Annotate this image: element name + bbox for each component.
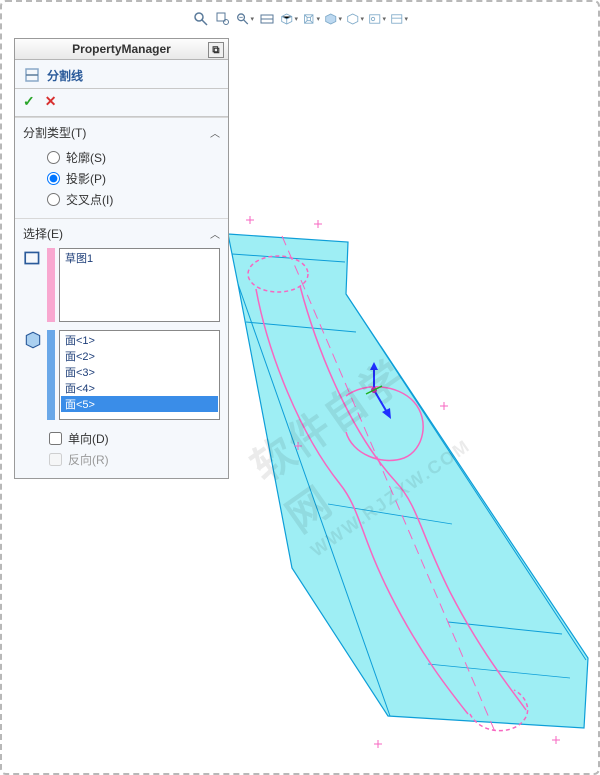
prev-view-icon[interactable]: ▾: [236, 10, 254, 28]
sketch-color-bar: [47, 248, 55, 322]
list-item[interactable]: 草图1: [61, 250, 218, 266]
list-item[interactable]: 面<3>: [61, 364, 218, 380]
ok-button[interactable]: ✓: [23, 93, 35, 110]
view-orientation-icon[interactable]: ▾: [280, 10, 298, 28]
section-view-icon[interactable]: [258, 10, 276, 28]
checkbox-single-direction[interactable]: 单向(D): [23, 428, 220, 449]
list-item[interactable]: 面<4>: [61, 380, 218, 396]
apply-scene-icon[interactable]: ▾: [368, 10, 386, 28]
property-manager-panel: PropertyManager ⧉ 分割线 ✓ ✕ 分割类型(T) ︿ 轮廓(S…: [14, 38, 229, 479]
panel-title-bar: PropertyManager ⧉: [15, 39, 228, 60]
radio-projection[interactable]: 投影(P): [23, 168, 220, 189]
edit-appearance-icon[interactable]: ▾: [346, 10, 364, 28]
display-style-icon[interactable]: ▾: [302, 10, 320, 28]
cancel-button[interactable]: ✕: [45, 93, 57, 110]
feature-heading: 分割线: [15, 60, 228, 89]
face-selection-list[interactable]: 面<1> 面<2> 面<3> 面<4> 面<5>: [59, 330, 220, 420]
view-settings-icon[interactable]: ▾: [390, 10, 408, 28]
radio-silhouette[interactable]: 轮廓(S): [23, 147, 220, 168]
hide-show-icon[interactable]: ▾: [324, 10, 342, 28]
list-item[interactable]: 面<5>: [61, 396, 218, 412]
radio-intersection[interactable]: 交叉点(I): [23, 189, 220, 210]
zoom-area-icon[interactable]: [214, 10, 232, 28]
split-line-icon: [23, 66, 41, 84]
section-head-selection[interactable]: 选择(E) ︿: [15, 218, 228, 246]
face-color-bar: [47, 330, 55, 420]
face-selection-icon: [23, 330, 43, 350]
checkbox-reverse: 反向(R): [23, 449, 220, 470]
chevron-up-icon: ︿: [210, 125, 220, 140]
pin-icon[interactable]: ⧉: [208, 42, 224, 58]
sketch-selection-icon: [23, 248, 43, 268]
panel-title: PropertyManager: [72, 42, 171, 56]
sketch-selection-list[interactable]: 草图1: [59, 248, 220, 322]
section-head-split-type[interactable]: 分割类型(T) ︿: [15, 117, 228, 145]
chevron-up-icon: ︿: [210, 226, 220, 241]
list-item[interactable]: 面<1>: [61, 332, 218, 348]
list-item[interactable]: 面<2>: [61, 348, 218, 364]
view-toolbar: ▾ ▾ ▾ ▾ ▾ ▾ ▾: [0, 10, 600, 32]
feature-name: 分割线: [47, 67, 83, 84]
zoom-fit-icon[interactable]: [192, 10, 210, 28]
